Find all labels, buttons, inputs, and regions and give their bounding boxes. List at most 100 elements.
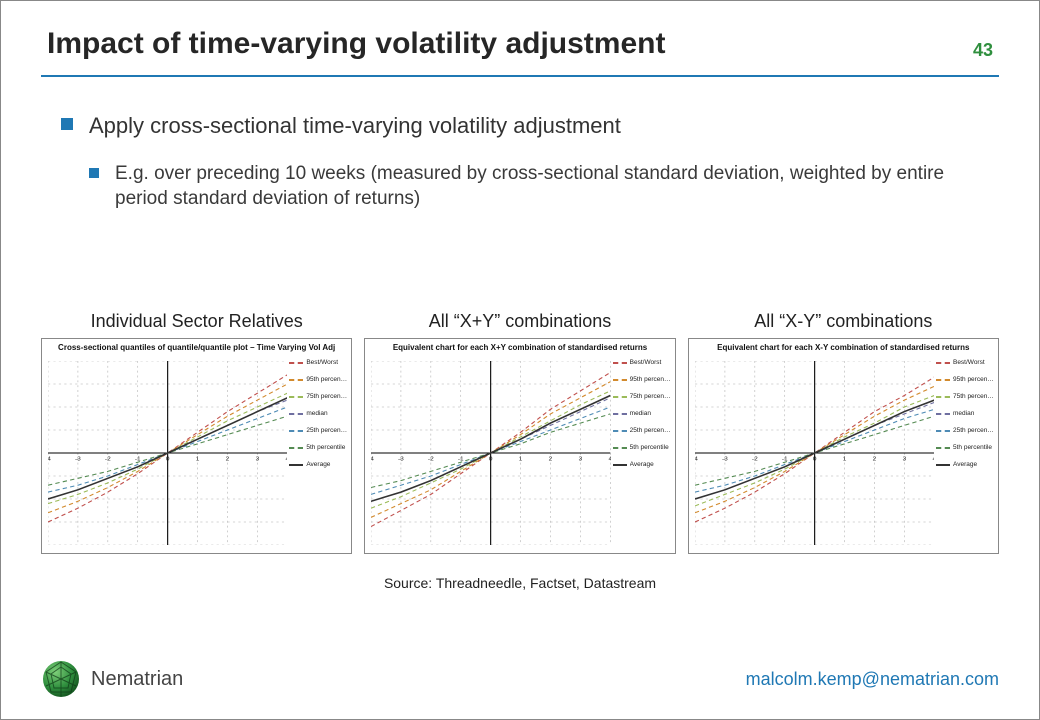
legend-label: Best/Worst (306, 357, 347, 368)
svg-text:-2: -2 (428, 456, 434, 463)
svg-text:1: 1 (519, 456, 523, 463)
legend-swatch-icon (613, 447, 627, 449)
svg-text:3: 3 (579, 456, 583, 463)
svg-text:2: 2 (549, 456, 553, 463)
plot-area: -4-3-2-101234 (695, 361, 934, 545)
legend-swatch-icon (289, 464, 303, 466)
legend-swatch-icon (936, 413, 950, 415)
legend-label: Average (953, 459, 994, 470)
legend-label: 75th percentile (306, 391, 347, 402)
legend-label: 5th percentile (630, 442, 671, 453)
legend-item: Best/Worst (613, 357, 671, 368)
legend-swatch-icon (936, 396, 950, 398)
legend-swatch-icon (936, 430, 950, 432)
svg-text:1: 1 (842, 456, 846, 463)
legend: Best/Worst 95th percentile 75th percentile… (613, 357, 671, 549)
legend-label: 75th percentile (630, 391, 671, 402)
legend-swatch-icon (613, 379, 627, 381)
legend-swatch-icon (289, 413, 303, 415)
legend-swatch-icon (289, 396, 303, 398)
svg-text:4: 4 (609, 456, 611, 463)
legend-item: 25th percentile (936, 425, 994, 436)
chart-inner-title: Equivalent chart for each X+Y combinatio… (365, 343, 674, 352)
legend-swatch-icon (613, 464, 627, 466)
legend-item: 95th percentile (936, 374, 994, 385)
legend-swatch-icon (613, 362, 627, 364)
page-number: 43 (973, 40, 993, 61)
svg-text:3: 3 (902, 456, 906, 463)
legend-label: 95th percentile (630, 374, 671, 385)
legend-item: 5th percentile (613, 442, 671, 453)
legend-label: Best/Worst (953, 357, 994, 368)
legend-swatch-icon (289, 430, 303, 432)
svg-text:4: 4 (286, 456, 288, 463)
legend-label: 95th percentile (306, 374, 347, 385)
chart-box: Cross-sectional quantiles of quantile/qu… (41, 338, 352, 554)
svg-text:2: 2 (872, 456, 876, 463)
slide-title: Impact of time-varying volatility adjust… (47, 27, 665, 61)
svg-text:-2: -2 (752, 456, 758, 463)
legend-item: 5th percentile (289, 442, 347, 453)
slide: Impact of time-varying volatility adjust… (0, 0, 1040, 720)
bullet-text: Apply cross-sectional time-varying volat… (89, 111, 979, 141)
legend-swatch-icon (289, 447, 303, 449)
legend-item: Average (613, 459, 671, 470)
legend: Best/Worst 95th percentile 75th percentile… (936, 357, 994, 549)
source-line: Source: Threadneedle, Factset, Datastrea… (1, 575, 1039, 591)
chart-inner-title: Equivalent chart for each X-Y combinatio… (689, 343, 998, 352)
legend-label: Average (630, 459, 671, 470)
sub-bullet-item: E.g. over preceding 10 weeks (measured b… (89, 161, 979, 212)
chart-column: All “X-Y” combinationsEquivalent chart f… (688, 311, 999, 554)
legend-label: median (953, 408, 994, 419)
legend-label: median (306, 408, 347, 419)
legend-item: 75th percentile (936, 391, 994, 402)
plot-area: -4-3-2-101234 (371, 361, 610, 545)
svg-text:-3: -3 (722, 456, 728, 463)
svg-text:-3: -3 (75, 456, 81, 463)
legend-swatch-icon (936, 447, 950, 449)
legend-swatch-icon (936, 379, 950, 381)
plot-area: -4-3-2-101234 (48, 361, 287, 545)
sub-bullet-text: E.g. over preceding 10 weeks (measured b… (115, 161, 979, 212)
bullet-list: Apply cross-sectional time-varying volat… (61, 111, 979, 212)
legend-swatch-icon (289, 379, 303, 381)
chart-column: All “X+Y” combinations Equivalent chart f… (364, 311, 675, 554)
legend-swatch-icon (936, 464, 950, 466)
legend-item: Best/Worst (936, 357, 994, 368)
legend-item: 5th percentile (936, 442, 994, 453)
legend-label: Average (306, 459, 347, 470)
svg-text:-3: -3 (398, 456, 404, 463)
legend-label: 25th percentile (953, 425, 994, 436)
chart-column-title: All “X+Y” combinations (364, 311, 675, 332)
legend-label: 25th percentile (630, 425, 671, 436)
legend-swatch-icon (613, 396, 627, 398)
legend-swatch-icon (936, 362, 950, 364)
svg-text:3: 3 (256, 456, 260, 463)
legend-label: Best/Worst (630, 357, 671, 368)
header: Impact of time-varying volatility adjust… (1, 1, 1039, 69)
legend-item: 75th percentile (289, 391, 347, 402)
legend-swatch-icon (613, 430, 627, 432)
chart-column: Individual Sector Relatives Cross-section… (41, 311, 352, 554)
chart-inner-title: Cross-sectional quantiles of quantile/qu… (42, 343, 351, 352)
svg-text:1: 1 (196, 456, 200, 463)
legend-item: 25th percentile (289, 425, 347, 436)
brand: Nematrian (41, 659, 183, 699)
legend-item: median (613, 408, 671, 419)
chart-box: Equivalent chart for each X+Y combinatio… (364, 338, 675, 554)
charts-row: Individual Sector Relatives Cross-section… (41, 311, 999, 554)
svg-text:-2: -2 (105, 456, 111, 463)
legend-item: 95th percentile (613, 374, 671, 385)
legend-item: Average (289, 459, 347, 470)
chart-column-title: Individual Sector Relatives (41, 311, 352, 332)
legend-label: median (630, 408, 671, 419)
logo-icon (41, 659, 81, 699)
bullet-item: Apply cross-sectional time-varying volat… (61, 111, 979, 212)
svg-text:4: 4 (932, 456, 934, 463)
legend-label: 5th percentile (953, 442, 994, 453)
body: Apply cross-sectional time-varying volat… (1, 77, 1039, 212)
legend-swatch-icon (289, 362, 303, 364)
svg-text:-4: -4 (48, 456, 51, 463)
svg-text:2: 2 (226, 456, 230, 463)
legend-item: 25th percentile (613, 425, 671, 436)
